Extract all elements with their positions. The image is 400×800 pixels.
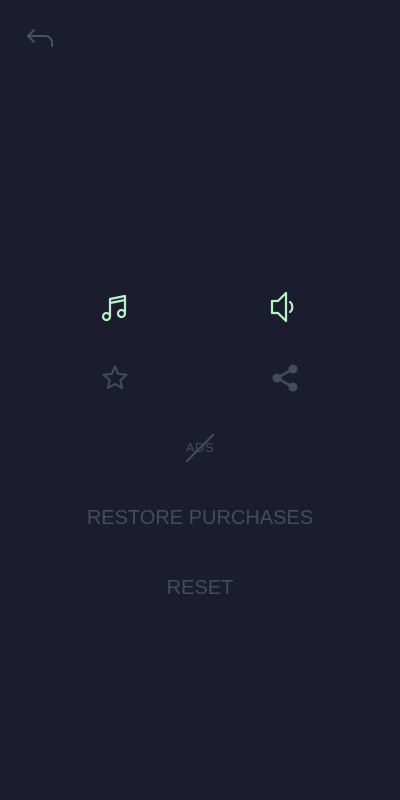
undo-arrow-icon	[27, 29, 53, 47]
settings-screen: ADS RESTORE PURCHASES RESET	[0, 0, 400, 800]
reset-button[interactable]: RESET	[0, 577, 400, 600]
share-icon	[272, 364, 298, 392]
no-ads-icon	[185, 433, 215, 463]
share-button[interactable]	[263, 356, 307, 400]
rate-button[interactable]	[93, 356, 137, 400]
music-note-icon	[101, 294, 127, 322]
sound-toggle-button[interactable]	[263, 285, 307, 329]
star-icon	[102, 365, 128, 390]
speaker-icon	[270, 291, 294, 323]
restore-purchases-button[interactable]: RESTORE PURCHASES	[0, 507, 400, 530]
remove-ads-button[interactable]: ADS	[176, 428, 224, 468]
back-button[interactable]	[22, 24, 58, 54]
music-toggle-button[interactable]	[93, 285, 137, 329]
